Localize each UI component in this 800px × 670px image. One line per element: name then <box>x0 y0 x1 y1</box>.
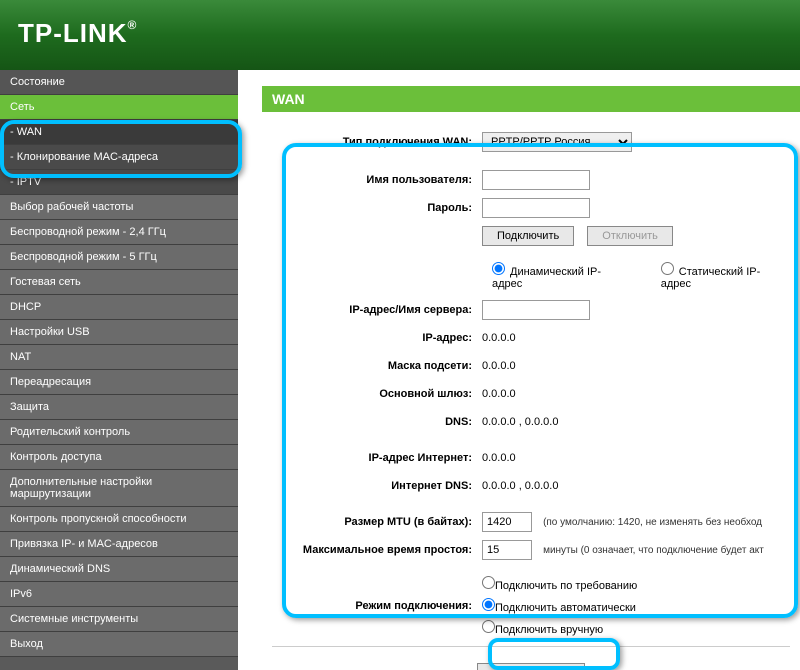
mode-label: Режим подключения: <box>272 600 482 612</box>
wan-form: Тип подключения WAN: PPTP/PPTP Россия Им… <box>262 112 800 670</box>
wan-type-select[interactable]: PPTP/PPTP Россия <box>482 132 632 152</box>
dns-label: DNS: <box>272 416 482 428</box>
connect-button[interactable]: Подключить <box>482 226 574 246</box>
username-input[interactable] <box>482 170 590 190</box>
sidebar-item-12[interactable]: Переадресация <box>0 370 238 395</box>
static-ip-radio[interactable]: Статический IP-адрес <box>661 262 790 290</box>
dynamic-ip-radio[interactable]: Динамический IP-адрес <box>492 262 631 290</box>
idle-label: Максимальное время простоя: <box>272 544 482 556</box>
mode-demand-radio[interactable]: Подключить по требованию <box>482 576 790 592</box>
server-ip-label: IP-адрес/Имя сервера: <box>272 304 482 316</box>
ip-value: 0.0.0.0 <box>482 332 790 344</box>
username-label: Имя пользователя: <box>272 174 482 186</box>
wan-type-label: Тип подключения WAN: <box>272 136 482 148</box>
password-input[interactable] <box>482 198 590 218</box>
sidebar-item-22[interactable]: Выход <box>0 632 238 657</box>
brand-logo: TP-LINK <box>18 18 128 48</box>
mask-value: 0.0.0.0 <box>482 360 790 372</box>
ip-label: IP-адрес: <box>272 332 482 344</box>
mode-manual-radio[interactable]: Подключить вручную <box>482 620 790 636</box>
sidebar-item-14[interactable]: Родительский контроль <box>0 420 238 445</box>
sidebar-item-19[interactable]: Динамический DNS <box>0 557 238 582</box>
idle-note: минуты (0 означает, что подключение буде… <box>543 545 764 556</box>
sidebar-item-0[interactable]: Состояние <box>0 70 238 95</box>
mtu-input[interactable] <box>482 512 532 532</box>
inet-ip-label: IP-адрес Интернет: <box>272 452 482 464</box>
sidebar-item-5[interactable]: Выбор рабочей частоты <box>0 195 238 220</box>
sidebar-item-9[interactable]: DHCP <box>0 295 238 320</box>
sidebar-item-20[interactable]: IPv6 <box>0 582 238 607</box>
sidebar-item-17[interactable]: Контроль пропускной способности <box>0 507 238 532</box>
page-title: WAN <box>262 86 800 112</box>
sidebar-item-3[interactable]: - Клонирование MAC-адреса <box>0 145 238 170</box>
sidebar-item-7[interactable]: Беспроводной режим - 5 ГГц <box>0 245 238 270</box>
gateway-value: 0.0.0.0 <box>482 388 790 400</box>
mtu-note: (по умолчанию: 1420, не изменять без нео… <box>543 517 762 528</box>
mask-label: Маска подсети: <box>272 360 482 372</box>
dns-value: 0.0.0.0 , 0.0.0.0 <box>482 416 790 428</box>
server-ip-input[interactable] <box>482 300 590 320</box>
sidebar-item-8[interactable]: Гостевая сеть <box>0 270 238 295</box>
disconnect-button[interactable]: Отключить <box>587 226 673 246</box>
sidebar-item-10[interactable]: Настройки USB <box>0 320 238 345</box>
sidebar-item-4[interactable]: - IPTV <box>0 170 238 195</box>
inet-dns-label: Интернет DNS: <box>272 480 482 492</box>
sidebar-item-15[interactable]: Контроль доступа <box>0 445 238 470</box>
content-area: WAN Тип подключения WAN: PPTP/PPTP Росси… <box>238 70 800 670</box>
inet-ip-value: 0.0.0.0 <box>482 452 790 464</box>
sidebar-item-13[interactable]: Защита <box>0 395 238 420</box>
inet-dns-value: 0.0.0.0 , 0.0.0.0 <box>482 480 790 492</box>
save-button[interactable]: Сохранить <box>477 663 586 670</box>
sidebar-item-2[interactable]: - WAN <box>0 120 238 145</box>
sidebar-item-11[interactable]: NAT <box>0 345 238 370</box>
sidebar-item-21[interactable]: Системные инструменты <box>0 607 238 632</box>
sidebar: СостояниеСеть- WAN- Клонирование MAC-адр… <box>0 70 238 670</box>
brand-header: TP-LINK® <box>0 0 800 70</box>
sidebar-item-6[interactable]: Беспроводной режим - 2,4 ГГц <box>0 220 238 245</box>
password-label: Пароль: <box>272 202 482 214</box>
mtu-label: Размер MTU (в байтах): <box>272 516 482 528</box>
sidebar-item-16[interactable]: Дополнительные настройки маршрутизации <box>0 470 238 507</box>
sidebar-item-18[interactable]: Привязка IP- и MAC-адресов <box>0 532 238 557</box>
sidebar-item-1[interactable]: Сеть <box>0 95 238 120</box>
gateway-label: Основной шлюз: <box>272 388 482 400</box>
mode-auto-radio[interactable]: Подключить автоматически <box>482 598 790 614</box>
idle-input[interactable] <box>482 540 532 560</box>
